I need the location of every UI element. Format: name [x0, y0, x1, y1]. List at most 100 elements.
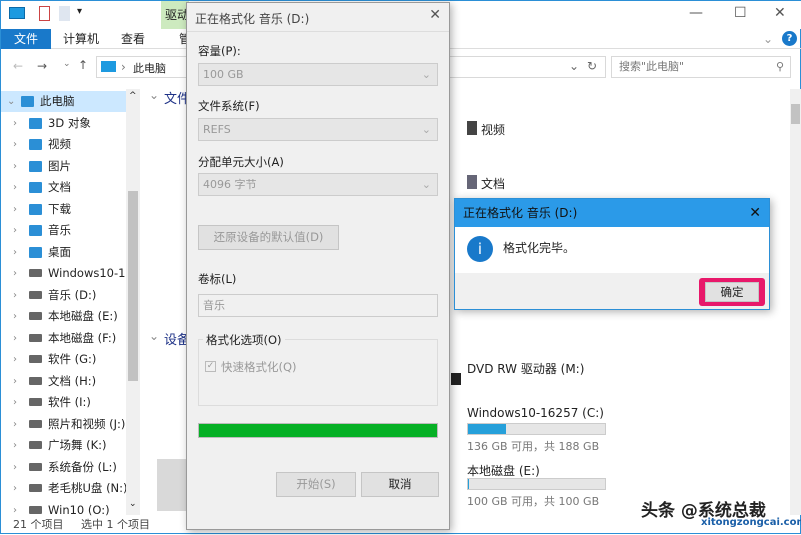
drive-name[interactable]: DVD RW 驱动器 (M:) — [467, 360, 584, 377]
help-icon[interactable]: ? — [782, 31, 797, 46]
message-box: 正在格式化 音乐 (D:) ✕ i 格式化完毕。 确定 — [454, 198, 770, 310]
chevron-right-icon[interactable]: › — [13, 392, 17, 413]
sidebar-item[interactable]: › 3D 对象 — [1, 113, 126, 134]
properties-icon[interactable] — [39, 6, 50, 21]
recent-dropdown-icon[interactable]: ⌄ — [63, 59, 71, 69]
chevron-right-icon[interactable]: › — [13, 349, 17, 370]
sidebar-item[interactable]: › 系统备份 (L:) — [1, 457, 126, 478]
drive-name[interactable]: Windows10-16257 (C:) — [467, 406, 604, 420]
chevron-right-icon[interactable]: › — [13, 113, 17, 134]
sidebar-item[interactable]: › 音乐 — [1, 220, 126, 241]
sidebar-item[interactable]: › 软件 (G:) — [1, 349, 126, 370]
folder-item[interactable]: 文档 — [481, 175, 505, 192]
ribbon-context-tab[interactable]: 驱动 — [161, 1, 189, 29]
content-scrollbar[interactable] — [790, 89, 801, 515]
close-icon[interactable]: ✕ — [749, 199, 761, 227]
minimize-button[interactable]: — — [689, 5, 703, 21]
tab-file[interactable]: 文件 — [1, 29, 51, 49]
restore-defaults-button[interactable]: 还原设备的默认值(D) — [198, 225, 339, 250]
picture-icon — [29, 160, 42, 172]
sidebar-item-label: Windows10-16 — [48, 266, 133, 280]
sidebar-item-label: 老毛桃U盘 (N:) — [48, 481, 128, 495]
dialog-title: 正在格式化 音乐 (D:) — [195, 12, 310, 26]
chevron-right-icon[interactable]: › — [13, 435, 17, 456]
chevron-right-icon[interactable]: › — [13, 328, 17, 349]
chevron-right-icon[interactable]: › — [13, 263, 17, 284]
quick-format-checkbox[interactable]: ✓ — [205, 361, 216, 372]
forward-icon[interactable]: → — [37, 59, 47, 73]
drive-icon — [29, 505, 42, 514]
chevron-right-icon[interactable]: › — [13, 478, 17, 499]
chevron-right-icon[interactable]: › — [13, 457, 17, 478]
chevron-right-icon[interactable]: › — [13, 242, 17, 263]
chevron-right-icon[interactable]: › — [13, 306, 17, 327]
chevron-down-icon[interactable]: ⌄ — [149, 329, 159, 343]
refresh-icon[interactable]: ↻ — [587, 59, 597, 73]
sidebar-item[interactable]: › 文档 — [1, 177, 126, 198]
chevron-down-icon[interactable]: ⌄ — [149, 88, 159, 102]
sidebar-item[interactable]: › 软件 (I:) — [1, 392, 126, 413]
sidebar-item[interactable]: › 文档 (H:) — [1, 371, 126, 392]
chevron-right-icon[interactable]: › — [13, 285, 17, 306]
message-text: 格式化完毕。 — [503, 241, 576, 255]
sidebar-item[interactable]: › 音乐 (D:) — [1, 285, 126, 306]
sidebar-item-label: 软件 (I:) — [48, 395, 91, 409]
tab-view[interactable]: 查看 — [121, 29, 145, 49]
capacity-select[interactable]: 100 GB ⌄ — [198, 63, 438, 86]
selection-count: 选中 1 个项目 — [81, 518, 150, 531]
computer-icon — [9, 7, 25, 19]
drive-name[interactable]: 本地磁盘 (E:) — [467, 462, 540, 479]
video-folder-icon — [467, 121, 477, 135]
folder-item[interactable]: 视频 — [481, 121, 505, 138]
chevron-right-icon[interactable]: › — [13, 156, 17, 177]
maximize-button[interactable]: ☐ — [734, 5, 747, 21]
sidebar-item[interactable]: › 本地磁盘 (F:) — [1, 328, 126, 349]
sidebar-item[interactable]: › 照片和视频 (J:) — [1, 414, 126, 435]
sidebar-item[interactable]: › 桌面 — [1, 242, 126, 263]
drive-icon — [29, 269, 42, 277]
address-dropdown-icon[interactable]: ⌄ — [569, 59, 579, 73]
volume-input[interactable]: 音乐 — [198, 294, 438, 317]
tab-computer[interactable]: 计算机 — [63, 29, 99, 49]
sidebar-item[interactable]: › 下载 — [1, 199, 126, 220]
sidebar-item[interactable]: › Windows10-16 — [1, 263, 133, 284]
selected-item-highlight — [157, 459, 187, 511]
watermark-url: xitongzongcai.com — [701, 517, 801, 528]
ribbon-expand-icon[interactable]: ⌄ — [763, 29, 773, 49]
cancel-button[interactable]: 取消 — [361, 472, 439, 497]
desktop-icon — [29, 246, 42, 258]
volume-value: 音乐 — [203, 299, 225, 312]
info-icon: i — [467, 236, 493, 262]
chevron-down-icon: ⌄ — [421, 178, 431, 191]
chevron-down-icon[interactable]: ⌄ — [7, 91, 15, 112]
ok-button[interactable]: 确定 — [705, 282, 759, 302]
sidebar-item[interactable]: › 老毛桃U盘 (N:) — [1, 478, 128, 499]
search-icon[interactable]: ⚲ — [776, 57, 784, 77]
sidebar-item[interactable]: › 本地磁盘 (E:) — [1, 306, 126, 327]
close-button[interactable]: ✕ — [774, 5, 786, 21]
filesystem-select[interactable]: REFS ⌄ — [198, 118, 438, 141]
breadcrumb[interactable]: 此电脑 — [133, 60, 166, 76]
computer-icon — [101, 61, 116, 72]
search-input[interactable]: 搜索"此电脑" ⚲ — [611, 56, 791, 78]
chevron-right-icon[interactable]: › — [13, 134, 17, 155]
allocation-select[interactable]: 4096 字节 ⌄ — [198, 173, 438, 196]
chevron-right-icon[interactable]: › — [13, 371, 17, 392]
sidebar-item[interactable]: ⌄ 此电脑 — [1, 91, 126, 112]
new-folder-icon[interactable] — [59, 6, 70, 21]
sidebar-item[interactable]: › 广场舞 (K:) — [1, 435, 126, 456]
start-button[interactable]: 开始(S) — [276, 472, 356, 497]
chevron-right-icon[interactable]: › — [13, 177, 17, 198]
sidebar-item[interactable]: › 图片 — [1, 156, 126, 177]
up-icon[interactable]: ↑ — [78, 58, 88, 72]
chevron-right-icon[interactable]: › — [13, 414, 17, 435]
chevron-right-icon[interactable]: › — [13, 199, 17, 220]
capacity-label: 容量(P): — [198, 44, 241, 58]
sidebar-item[interactable]: › 视频 — [1, 134, 126, 155]
close-icon[interactable]: ✕ — [429, 7, 441, 23]
back-icon[interactable]: ← — [13, 59, 23, 73]
chevron-right-icon[interactable]: › — [13, 220, 17, 241]
quick-access-dropdown-icon[interactable]: ▾ — [77, 6, 82, 17]
format-dialog: 正在格式化 音乐 (D:) ✕ 容量(P): 100 GB ⌄ 文件系统(F) R… — [186, 2, 450, 530]
scrollbar-thumb[interactable] — [128, 191, 138, 381]
